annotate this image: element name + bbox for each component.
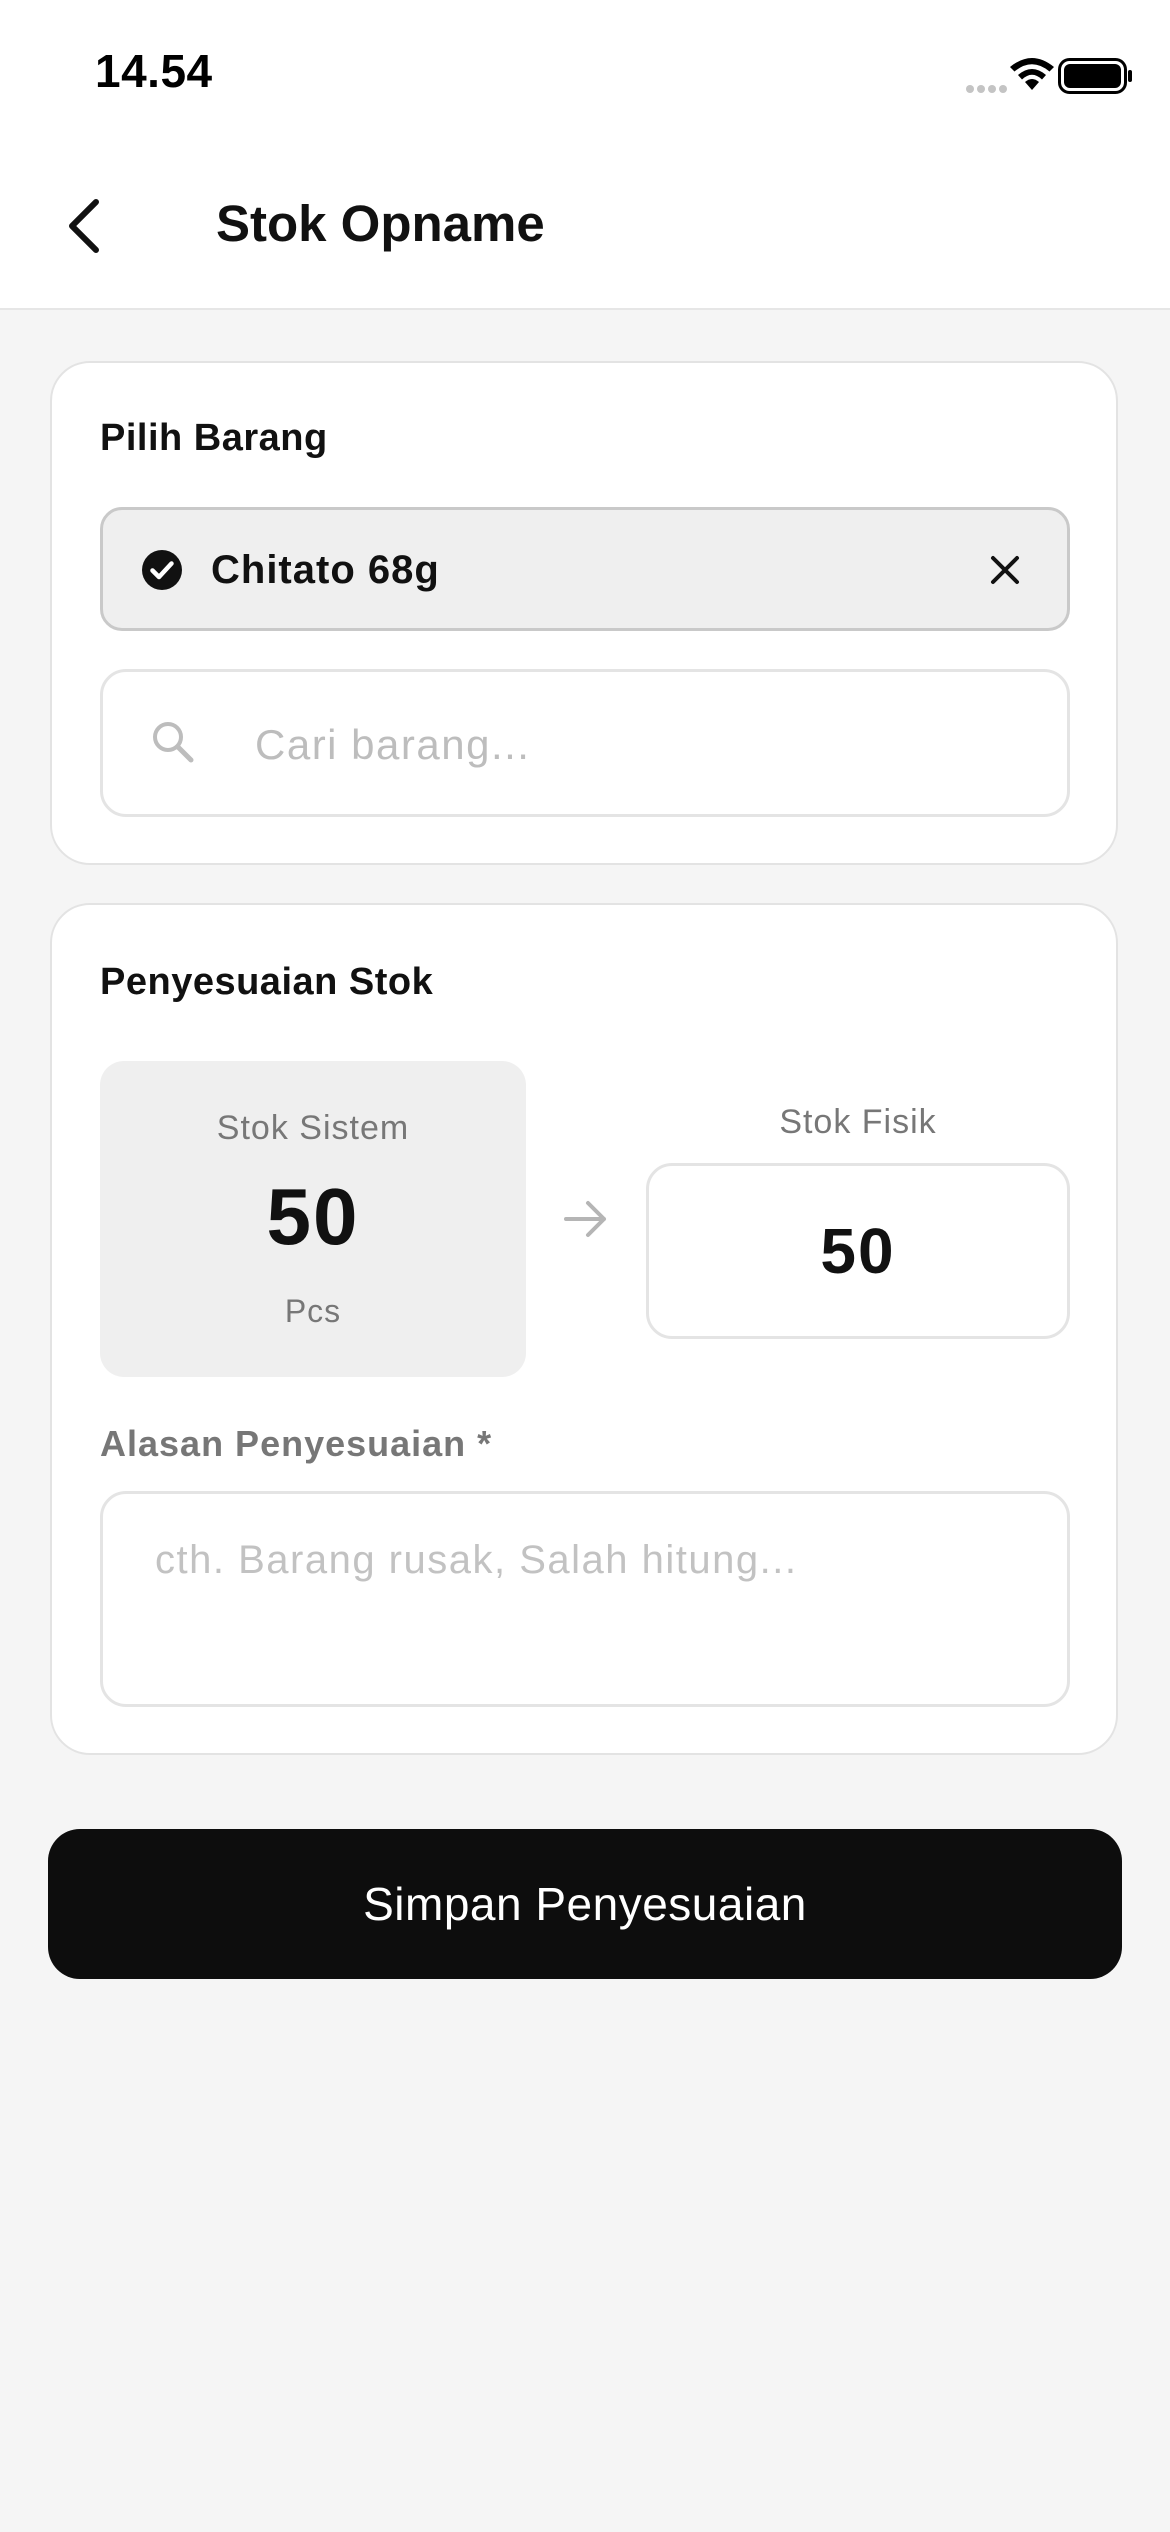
selected-item-chip[interactable]: Chitato 68g [100, 507, 1070, 631]
search-input[interactable] [253, 702, 1037, 788]
system-stock-label: Stok Sistem [216, 1109, 410, 1147]
page-title: Stok Opname [216, 195, 545, 252]
clear-selection-button[interactable] [985, 550, 1025, 590]
wifi-icon [1010, 58, 1054, 90]
arrow-right-icon [564, 1201, 606, 1237]
save-adjustment-button[interactable]: Simpan Penyesuaian [48, 1829, 1122, 1979]
physical-stock-input[interactable] [646, 1163, 1070, 1339]
chevron-left-icon [69, 199, 99, 253]
status-time: 14.54 [95, 45, 213, 97]
check-circle-icon [142, 550, 182, 590]
search-icon [153, 722, 194, 763]
reason-textarea[interactable] [100, 1491, 1070, 1707]
search-field[interactable] [100, 669, 1070, 817]
selected-item-label: Chitato 68g [211, 548, 440, 592]
physical-stock-label: Stok Fisik [779, 1103, 937, 1141]
system-stock-box: Stok Sistem 50 Pcs [100, 1061, 526, 1377]
system-stock-unit: Pcs [284, 1293, 342, 1329]
system-stock-value: 50 [266, 1172, 360, 1261]
reason-label: Alasan Penyesuaian * [100, 1423, 493, 1464]
back-button[interactable] [50, 190, 122, 262]
battery-icon [1058, 58, 1132, 94]
item-picker-card: Pilih Barang Chitato 68g [50, 361, 1118, 865]
stock-adjustment-card: Penyesuaian Stok Stok Sistem 50 Pcs Stok… [50, 903, 1118, 1755]
item-picker-title: Pilih Barang [100, 417, 328, 459]
nav-bar: Stok Opname [0, 150, 1170, 310]
status-bar: 14.54 [0, 0, 1170, 150]
close-icon [991, 556, 1019, 584]
stock-adjustment-title: Penyesuaian Stok [100, 961, 434, 1003]
cellular-signal-icon [966, 80, 1010, 98]
